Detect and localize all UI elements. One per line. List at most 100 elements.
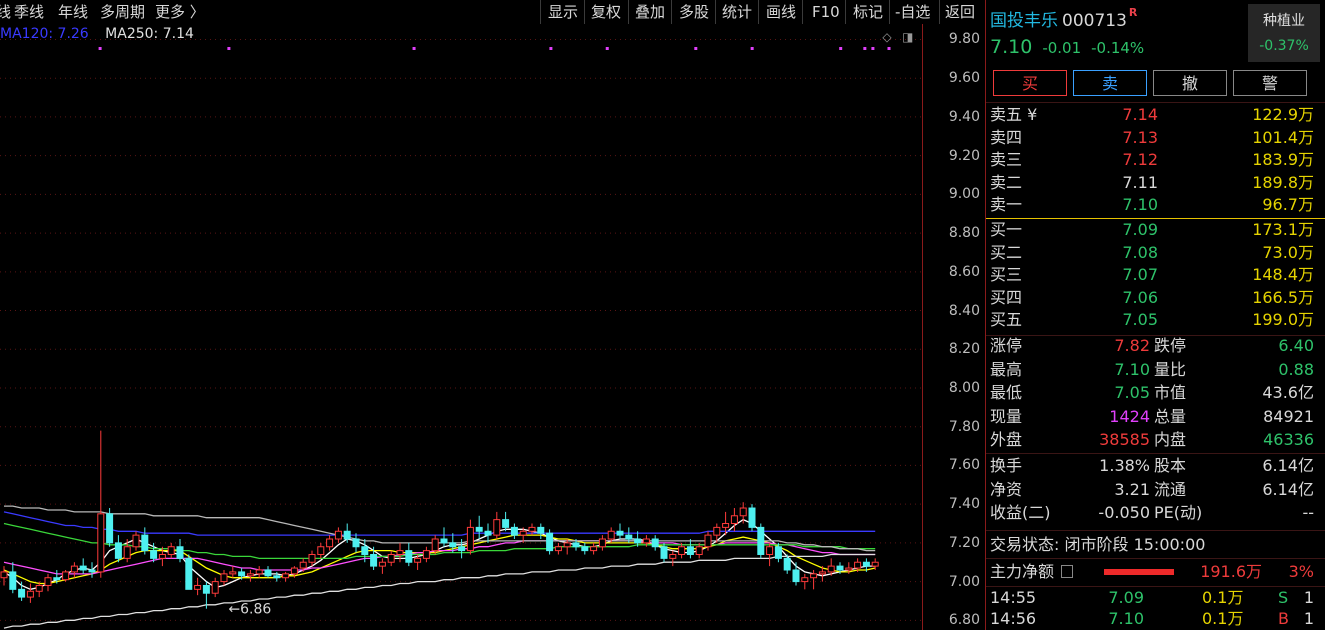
candle-body <box>176 546 184 559</box>
toolbar-back-button[interactable]: 返回 <box>945 2 975 22</box>
toolbar-f10-button[interactable]: F10 <box>812 2 840 22</box>
candle-body <box>695 546 703 555</box>
ask-row[interactable]: 卖二 7.11 189.8万 <box>986 172 1325 194</box>
toolbar-item-week[interactable]: 线 <box>0 2 11 22</box>
bid-row[interactable]: 买三 7.07 148.4万 <box>986 264 1325 286</box>
tick-price: 7.10 <box>1108 609 1144 628</box>
stat-label: 最低 <box>990 383 1023 402</box>
low-price-marker: ←6.86 <box>228 602 271 618</box>
candle-body <box>862 561 870 567</box>
main-flow-bar <box>1104 569 1174 575</box>
stat-value: 7.10 <box>1114 359 1150 379</box>
toolbar-separator <box>845 0 846 24</box>
main-flow-value: 191.6万 <box>1200 562 1262 581</box>
candle-body <box>9 571 17 590</box>
candlestick-chart[interactable]: ←6.86 <box>0 24 922 630</box>
diamond-icon[interactable]: ◇ <box>880 30 894 44</box>
toolbar-item-more[interactable]: 更多 〉 <box>155 2 205 22</box>
toolbar-item-multi-period[interactable]: 多周期 <box>100 2 145 22</box>
candle-body <box>669 553 677 559</box>
toolbar-multi-stock-button[interactable]: 多股 <box>679 2 709 22</box>
stat-value: 1.38% <box>1099 456 1150 475</box>
toolbar-item-year[interactable]: 年线 <box>58 2 88 22</box>
candle-body <box>722 523 730 528</box>
candle-body <box>378 561 386 567</box>
chart-icons: ◇ ◨ <box>878 27 915 45</box>
candle-body <box>308 553 316 563</box>
order-price: 7.14 <box>1122 105 1158 124</box>
candle-body <box>704 534 712 548</box>
toolbar-separator <box>628 0 629 24</box>
ask-row[interactable]: 卖三 7.12 183.9万 <box>986 149 1325 171</box>
price-tick-label: 7.00 <box>948 573 980 590</box>
r-badge: R <box>1128 6 1138 19</box>
main-flow-row: 主力净额 191.6万 3% <box>986 561 1325 583</box>
stat-value: -0.050 <box>1098 503 1150 522</box>
order-level-label: 卖二 <box>990 172 1023 192</box>
price-change-pct: -0.14% <box>1091 39 1145 57</box>
price-tick-label: 8.40 <box>948 302 980 319</box>
candle-body <box>458 546 466 552</box>
tick-price: 7.09 <box>1108 588 1144 607</box>
tick-time: 14:55 <box>990 588 1037 607</box>
stat-row: 现量 1424 总量 84921 <box>986 406 1325 428</box>
signal-dot <box>694 47 698 50</box>
list-icon[interactable] <box>1061 565 1073 578</box>
toolbar-remove-watchlist-button[interactable]: -自选 <box>895 2 930 22</box>
cancel-order-button[interactable]: 撤 <box>1153 70 1227 96</box>
signal-dot <box>605 47 609 50</box>
candle-body <box>53 577 61 581</box>
stock-name[interactable]: 国投丰乐 <box>990 11 1058 31</box>
order-price: 7.13 <box>1122 127 1158 147</box>
candle-body <box>871 561 879 567</box>
toolbar-item-season[interactable]: 季线 <box>14 2 44 22</box>
bid-row[interactable]: 买四 7.06 166.5万 <box>986 287 1325 309</box>
toolbar-adjust-button[interactable]: 复权 <box>591 2 621 22</box>
ma-line <box>3 553 876 629</box>
bid-row[interactable]: 买一 7.09 173.1万 <box>986 219 1325 241</box>
price-tick-label: 7.60 <box>948 457 980 474</box>
stat-label: 量比 <box>1154 359 1187 379</box>
stat-label: PE(动) <box>1154 503 1203 522</box>
candle-body <box>396 550 404 555</box>
tick-side: B <box>1278 609 1289 628</box>
alert-button[interactable]: 警 <box>1233 70 1307 96</box>
toolbar-statistics-button[interactable]: 统计 <box>722 2 752 22</box>
toolbar-separator <box>715 0 716 24</box>
order-price: 7.12 <box>1122 150 1158 170</box>
candle-body <box>405 550 413 563</box>
sector-box[interactable]: 种植业 -0.37% <box>1248 4 1320 62</box>
candle-body <box>757 526 765 555</box>
candle-body <box>194 584 202 590</box>
stat-label: 涨停 <box>990 336 1023 355</box>
ask-row[interactable]: 卖一 7.10 96.7万 <box>986 194 1325 216</box>
stat-row: 换手 1.38% 股本 6.14亿 <box>986 455 1325 477</box>
signal-dot <box>839 47 843 50</box>
tick-volume: 0.1万 <box>1202 609 1244 628</box>
ask-row[interactable]: 卖四 7.13 101.4万 <box>986 127 1325 149</box>
candle-body <box>502 519 510 528</box>
panel-toggle-icon[interactable]: ◨ <box>901 30 915 44</box>
toolbar-display-button[interactable]: 显示 <box>548 2 578 22</box>
toolbar-draw-line-button[interactable]: 画线 <box>766 2 796 22</box>
sell-button[interactable]: 卖 <box>1073 70 1147 96</box>
order-level-label: 买四 <box>990 287 1023 307</box>
toolbar-mark-button[interactable]: 标记 <box>853 2 883 22</box>
stat-label: 外盘 <box>990 430 1023 449</box>
ask-row[interactable]: 卖五 ¥ 7.14 122.9万 <box>986 104 1325 126</box>
bid-row[interactable]: 买二 7.08 73.0万 <box>986 242 1325 264</box>
candle-body <box>475 526 483 532</box>
ma-line <box>3 518 876 590</box>
bid-row[interactable]: 买五 7.05 199.0万 <box>986 309 1325 331</box>
buy-button[interactable]: 买 <box>993 70 1067 96</box>
order-price: 7.05 <box>1122 310 1158 330</box>
candle-body <box>730 515 738 525</box>
candle-body <box>334 530 342 540</box>
candle-body <box>202 584 210 594</box>
candle-body <box>0 571 8 579</box>
stat-label: 流通 <box>1154 479 1187 499</box>
candle-body <box>651 538 659 548</box>
candle-body <box>62 571 70 581</box>
order-volume: 199.0万 <box>1252 310 1314 330</box>
toolbar-overlay-button[interactable]: 叠加 <box>635 2 665 22</box>
